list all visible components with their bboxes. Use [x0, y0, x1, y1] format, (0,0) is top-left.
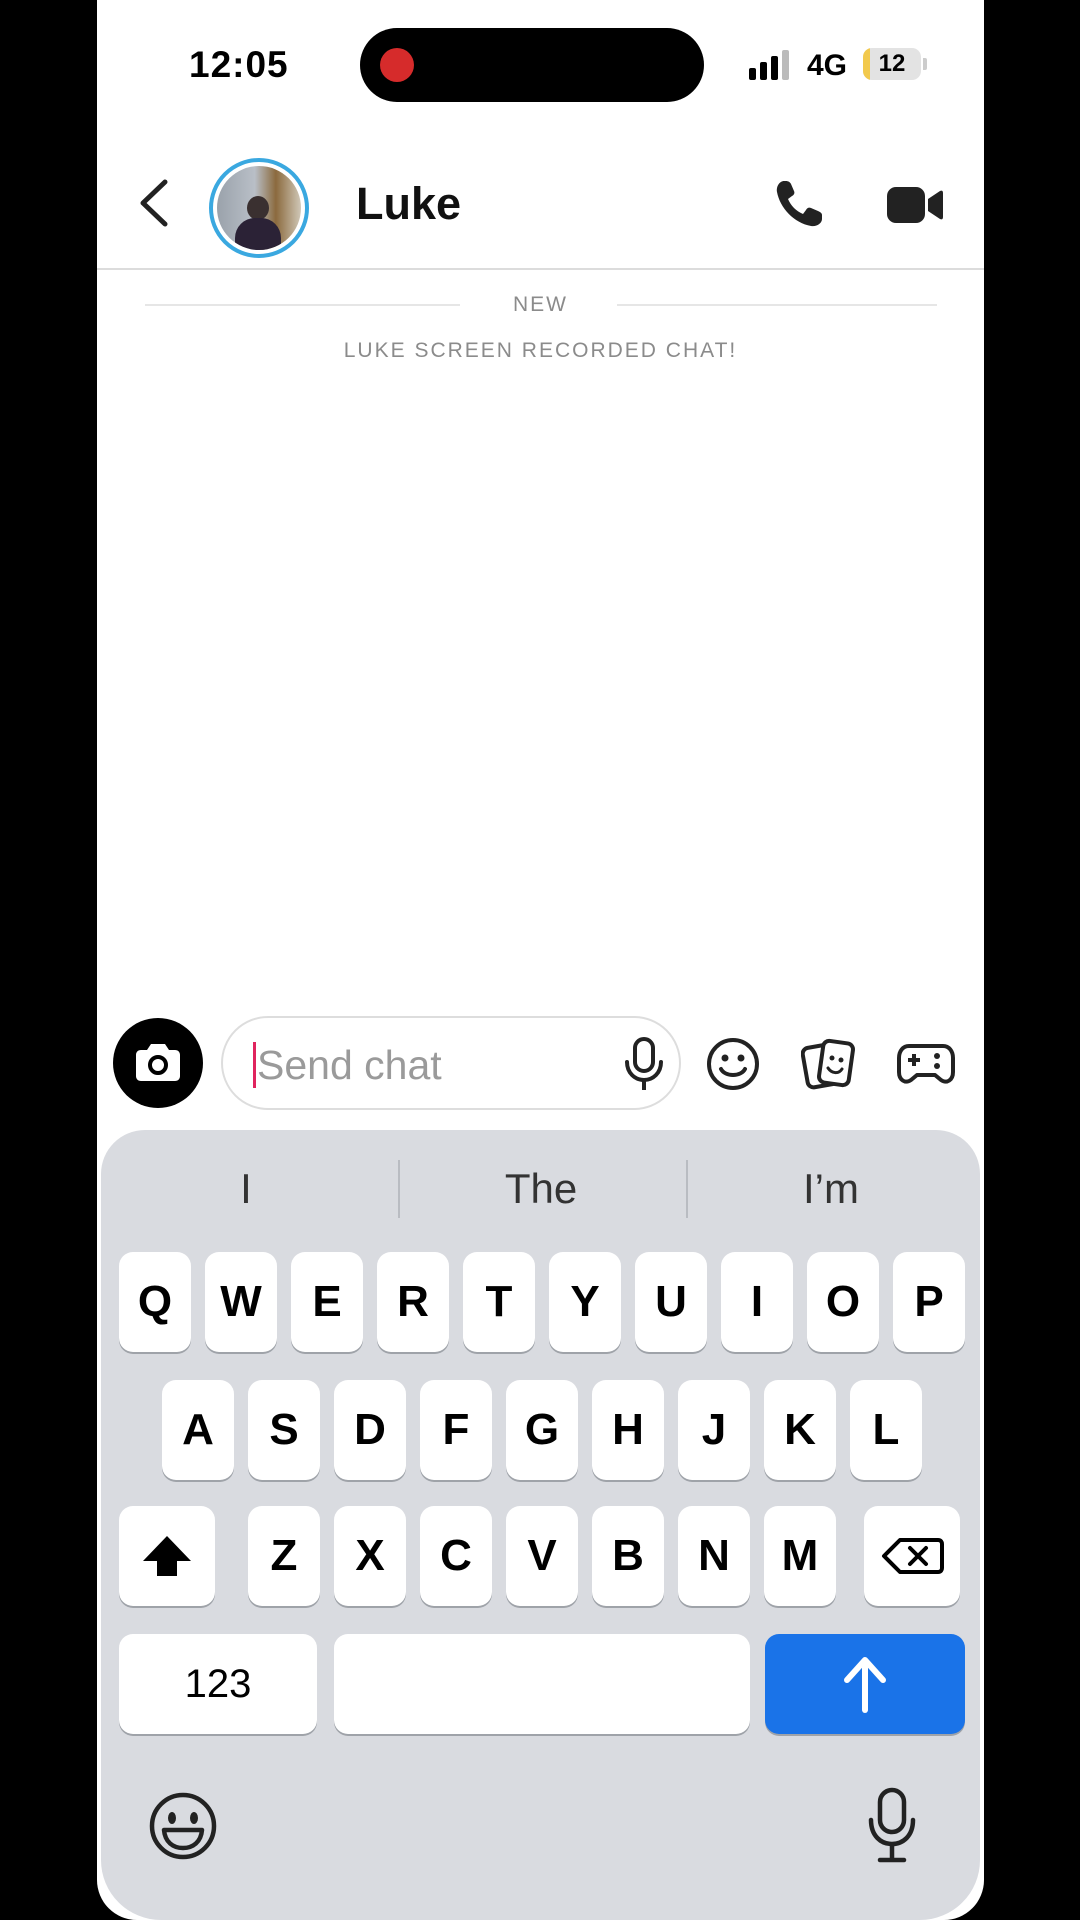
chat-input-placeholder: Send chat [257, 1042, 442, 1088]
chat-input[interactable]: Send chat [221, 1016, 681, 1110]
backspace-icon [882, 1538, 944, 1574]
key-p[interactable]: P [893, 1252, 965, 1352]
battery-percentage: 12 [878, 50, 906, 77]
key-e[interactable]: E [291, 1252, 363, 1352]
key-b[interactable]: B [592, 1506, 664, 1606]
key-z[interactable]: Z [248, 1506, 320, 1606]
numbers-key[interactable]: 123 [119, 1634, 317, 1734]
key-i[interactable]: I [721, 1252, 793, 1352]
key-u[interactable]: U [635, 1252, 707, 1352]
video-camera-icon[interactable] [887, 185, 943, 225]
suggestion-1[interactable]: I [101, 1130, 391, 1248]
smiley-icon[interactable] [705, 1036, 761, 1092]
signal-strength-icon [749, 50, 789, 80]
key-t[interactable]: T [463, 1252, 535, 1352]
key-k[interactable]: K [764, 1380, 836, 1480]
network-type: 4G [807, 49, 848, 82]
key-m[interactable]: M [764, 1506, 836, 1606]
emoji-keyboard-icon[interactable] [147, 1790, 219, 1862]
phone-icon[interactable] [773, 178, 825, 230]
delete-key[interactable] [864, 1506, 960, 1606]
key-q[interactable]: Q [119, 1252, 191, 1352]
gamepad-icon[interactable] [897, 1040, 955, 1088]
key-f[interactable]: F [420, 1380, 492, 1480]
dynamic-island [360, 28, 704, 102]
shift-key[interactable] [119, 1506, 215, 1606]
recording-indicator-icon [380, 48, 414, 82]
contact-name[interactable]: Luke [356, 178, 461, 230]
status-bar: 12:05 4G 12 [97, 0, 984, 130]
battery-tip [923, 58, 927, 70]
chat-screen: 12:05 4G 12 Luke NEW LUKE SCREEN RECORDE… [97, 0, 984, 1920]
key-s[interactable]: S [248, 1380, 320, 1480]
suggestion-2[interactable]: The [396, 1130, 686, 1248]
chat-header: Luke [97, 130, 984, 270]
key-j[interactable]: J [678, 1380, 750, 1480]
key-y[interactable]: Y [549, 1252, 621, 1352]
key-a[interactable]: A [162, 1380, 234, 1480]
arrow-up-icon [844, 1657, 886, 1713]
key-w[interactable]: W [205, 1252, 277, 1352]
suggestion-3[interactable]: I’m [686, 1130, 976, 1248]
key-c[interactable]: C [420, 1506, 492, 1606]
key-h[interactable]: H [592, 1380, 664, 1480]
microphone-icon[interactable] [621, 1036, 667, 1094]
key-r[interactable]: R [377, 1252, 449, 1352]
shift-icon [143, 1536, 191, 1576]
contact-avatar[interactable] [209, 158, 309, 258]
battery-icon: 12 [863, 48, 921, 80]
system-message: LUKE SCREEN RECORDED CHAT! [343, 339, 738, 362]
send-key[interactable] [765, 1634, 965, 1734]
key-o[interactable]: O [807, 1252, 879, 1352]
space-key[interactable] [334, 1634, 750, 1734]
key-v[interactable]: V [506, 1506, 578, 1606]
key-l[interactable]: L [850, 1380, 922, 1480]
key-g[interactable]: G [506, 1380, 578, 1480]
key-d[interactable]: D [334, 1380, 406, 1480]
on-screen-keyboard: I The I’m QWERTYUIOP ASDFGHJKL ZXCVBNM 1… [101, 1130, 980, 1920]
status-time: 12:05 [189, 44, 289, 85]
avatar-photo [217, 166, 301, 250]
chevron-left-icon[interactable] [135, 178, 175, 228]
camera-icon [136, 1044, 180, 1081]
text-cursor [253, 1042, 256, 1088]
camera-button[interactable] [113, 1018, 203, 1108]
dictation-microphone-icon[interactable] [866, 1786, 918, 1866]
key-n[interactable]: N [678, 1506, 750, 1606]
sticker-icon[interactable] [801, 1036, 857, 1092]
new-label: NEW [513, 293, 568, 316]
key-x[interactable]: X [334, 1506, 406, 1606]
